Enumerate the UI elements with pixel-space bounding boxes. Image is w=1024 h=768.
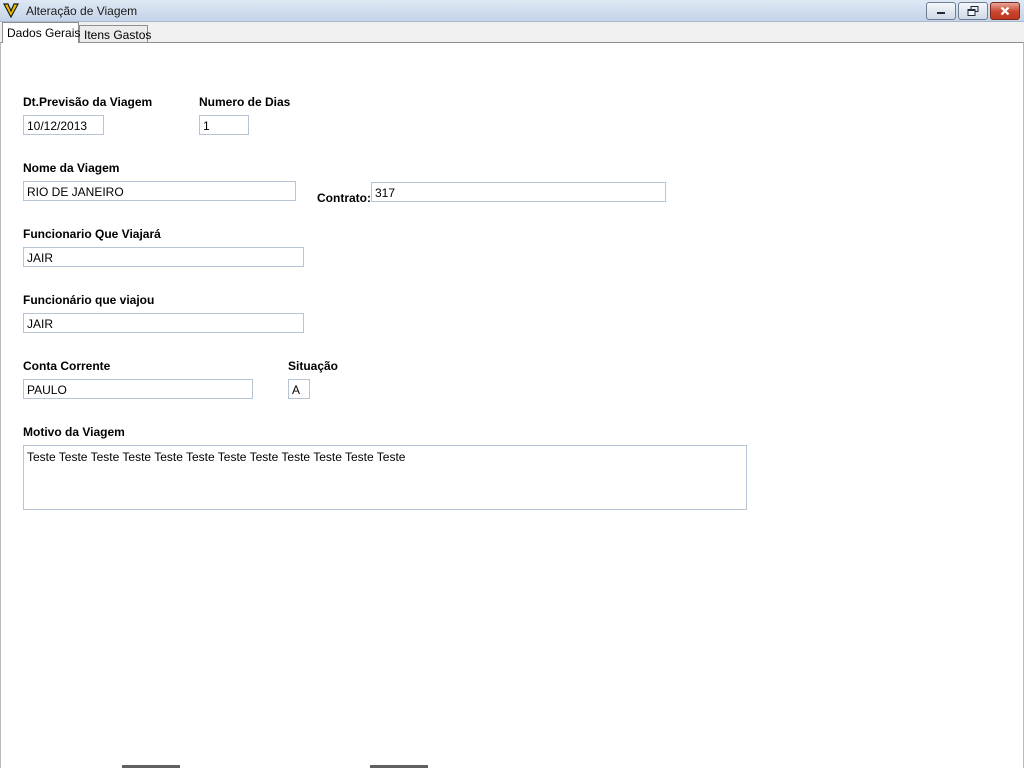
app-logo-icon [2,2,20,19]
motivo-textarea[interactable]: Teste Teste Teste Teste Teste Teste Test… [23,445,747,510]
contrato-label: Contrato: [317,191,371,205]
situacao-label: Situação [288,359,339,373]
numero-dias-field[interactable]: 1 [199,115,249,135]
conta-corrente-field[interactable]: PAULO [23,379,253,399]
window-title: Alteração de Viagem [26,4,138,18]
minimize-icon [937,12,945,14]
close-icon [1000,6,1010,16]
nome-viagem-label: Nome da Viagem [23,161,120,175]
situacao-field[interactable]: A [288,379,310,399]
dt-previsao-field[interactable]: 10/12/2013 [23,115,104,135]
conta-corrente-label: Conta Corrente [23,359,111,373]
close-button[interactable] [990,2,1020,20]
nome-viagem-field[interactable]: RIO DE JANEIRO [23,181,296,201]
tab-itens-gastos[interactable]: Itens Gastos [79,25,151,43]
numero-dias-label: Numero de Dias [199,95,291,109]
funcionario-viajara-field[interactable]: JAIR [23,247,304,267]
funcionario-viajara-label: Funcionario Que Viajará [23,227,161,241]
dt-previsao-label: Dt.Previsão da Viagem [23,95,153,109]
tab-strip: Dados Gerais Itens Gastos [0,22,1024,43]
contrato-field[interactable]: 317 [371,182,666,202]
funcionario-viajou-field[interactable]: JAIR [23,313,304,333]
restore-button[interactable] [958,2,988,20]
funcionario-viajou-label: Funcionário que viajou [23,293,155,307]
window-titlebar[interactable]: Alteração de Viagem [0,0,1024,22]
tab-dados-gerais[interactable]: Dados Gerais [2,22,80,43]
form-panel: Dt.Previsão da Viagem 10/12/2013 Numero … [0,42,1024,768]
motivo-label: Motivo da Viagem [23,425,125,439]
restore-icon [967,6,979,16]
minimize-button[interactable] [926,2,956,20]
